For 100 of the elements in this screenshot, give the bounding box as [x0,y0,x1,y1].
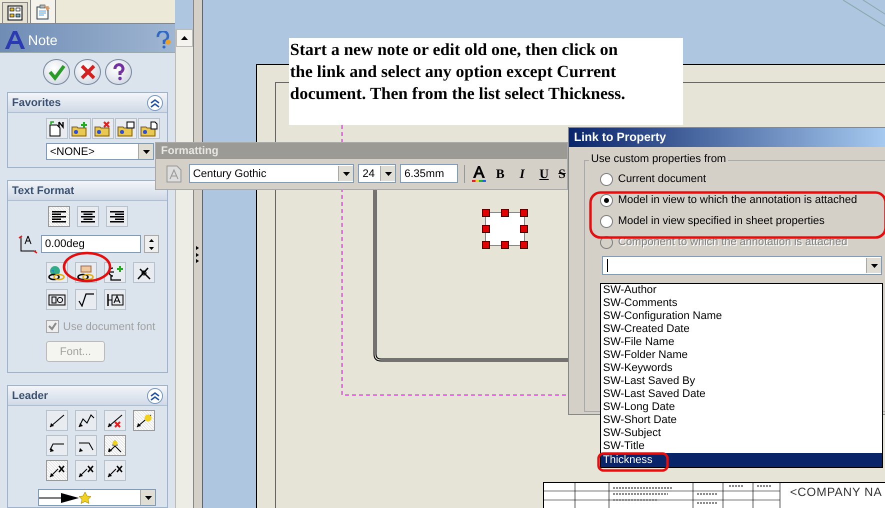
dropdown-arrow-icon [144,496,152,500]
panel-title: Note [28,32,59,48]
radio-label: Current document [618,173,706,185]
framed-letter-icon [106,292,124,306]
text-style-button[interactable]: S [557,164,567,182]
property-option[interactable]: SW-Subject [601,427,882,440]
property-option[interactable]: SW-Long Date [601,401,882,414]
leader-button[interactable] [104,410,126,431]
height-field[interactable]: 6.35mm [400,164,458,183]
angle-field[interactable]: 0.00deg [41,235,141,253]
checkbox-label: Use document font [63,320,156,332]
leader-arrow-icon [106,462,124,478]
folder-icon [117,120,135,136]
radio-button[interactable] [600,194,613,206]
clipboard-icon [35,4,51,20]
text-tool-button[interactable] [46,262,68,283]
property-option[interactable]: SW-Created Date [601,323,882,336]
leader-button[interactable] [46,460,68,481]
align-icon [110,210,124,222]
leader-button[interactable] [46,435,68,456]
text-color-icon[interactable] [471,164,488,182]
dropdown-arrow-icon [870,264,878,268]
radio-label: Model in view specified in sheet properties [618,215,825,227]
collapse-icon[interactable] [147,94,163,110]
text-style-icon [166,164,182,182]
instruction-note: Start a new note or edit old one, then click on the link and select any option except Current document. Then from the list select Thickness. [289,38,683,125]
splitter-grip-icon [196,244,200,264]
leader-button[interactable] [104,435,126,456]
note-icon [4,30,26,50]
property-option[interactable]: SW-Last Saved By [601,375,882,388]
leader-button[interactable] [104,460,126,481]
align-button[interactable] [48,206,70,227]
folder-icon [140,120,158,136]
scroll-up-icon [181,36,188,40]
text-tool-button[interactable] [133,262,155,283]
text-tool-button[interactable] [104,262,126,283]
favorite-dropdown[interactable]: <NONE> [46,143,154,160]
align-button[interactable] [106,206,128,227]
text-tool-button[interactable] [104,289,126,310]
leader-arrow-icon [77,462,95,478]
spin-buttons[interactable] [144,235,159,253]
leader-arrow-icon [106,412,124,428]
property-dropdown[interactable] [602,256,882,275]
dropdown-arrow-icon [342,172,350,176]
property-option[interactable]: SW-Title [601,440,882,453]
text-style-button[interactable]: B [491,164,510,182]
dropdown-arrow-icon [142,150,150,154]
radio-button[interactable] [600,214,613,228]
folder-icon [94,120,112,136]
panel-tab[interactable] [2,2,28,23]
property-option[interactable]: SW-Author [601,284,882,297]
property-option[interactable]: SW-Folder Name [601,349,882,362]
leader-button[interactable] [75,435,97,456]
globe-link-icon [47,264,67,280]
text-tool-button[interactable] [75,289,97,310]
panel-tab[interactable] [30,0,56,23]
property-option[interactable]: SW-Last Saved Date [601,388,882,401]
angle-icon [18,234,38,254]
arrow-style-dropdown[interactable] [38,489,156,506]
text-tool-button[interactable] [46,289,68,310]
leader-button[interactable] [46,410,68,431]
radio-label: Model in view to which the annotation is attached [618,194,858,206]
note-text-box [485,212,525,246]
group-label: Use custom properties from [589,153,728,165]
favorite-tool-button[interactable] [46,118,68,139]
tree-icon [7,5,23,21]
text-style-button[interactable]: U [535,164,554,182]
font-dropdown[interactable]: Century Gothic [188,164,354,183]
square-root-icon [77,292,95,306]
help-button[interactable] [105,59,132,85]
property-option[interactable]: SW-Short Date [601,414,882,427]
collapse-icon[interactable] [147,388,163,404]
leader-button[interactable] [75,460,97,481]
dialog-title: Link to Property [569,128,885,147]
leader-arrow-icon [77,412,95,428]
folder-icon [71,120,89,136]
property-option[interactable]: SW-File Name [601,336,882,349]
property-option[interactable]: Thickness [601,453,882,467]
text-style-button[interactable]: I [513,164,532,182]
cancel-button[interactable] [74,59,101,85]
boxed-text-icon [48,292,66,306]
align-icon [80,210,94,222]
favorite-tool-button[interactable] [115,118,137,139]
highlight-outline [597,452,669,472]
dropdown-arrow-icon [384,172,392,176]
property-option[interactable]: SW-Configuration Name [601,310,882,323]
leader-button[interactable] [75,410,97,431]
ok-button[interactable] [43,59,70,85]
align-button[interactable] [76,206,98,227]
section-title: Leader [12,390,48,402]
property-option[interactable]: SW-Comments [601,297,882,310]
help-icon[interactable] [155,31,171,49]
section-title: Text Format [12,184,74,196]
size-dropdown[interactable]: 24 [358,164,396,183]
radio-button[interactable] [600,172,613,186]
favorite-tool-button[interactable] [138,118,160,139]
leader-arrow-icon [48,412,66,428]
leader-arrow-icon [106,438,124,454]
property-option[interactable]: SW-Keywords [601,362,882,375]
leader-button[interactable] [133,410,155,431]
